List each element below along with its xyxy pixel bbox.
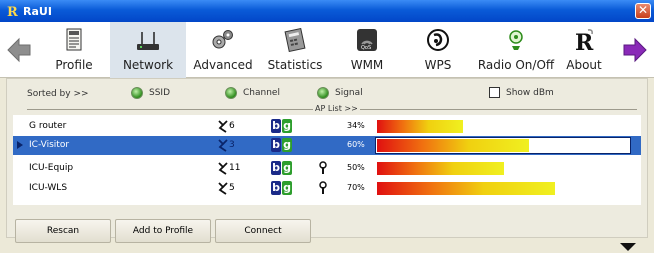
svg-text:R: R (7, 5, 18, 18)
ap-ssid: ICU-Equip (29, 163, 74, 173)
toolbar: Profile Network Advanced Statistics QoS … (0, 22, 654, 78)
button-bar: Rescan Add to Profile Connect (7, 215, 649, 243)
toolbar-item-radio-on-off[interactable]: Radio On/Off (474, 22, 558, 78)
connect-button[interactable]: Connect (215, 219, 311, 243)
channel-icon (218, 162, 228, 175)
about-icon: R (571, 28, 597, 56)
channel-icon (218, 139, 228, 152)
ap-list[interactable]: G router 6 bg 34% IC-Visitor 3 b g 60% I… (13, 115, 641, 205)
signal-bar (377, 182, 555, 195)
scroll-right-arrow-icon[interactable] (622, 36, 648, 64)
toolbar-item-label: WMM (350, 58, 384, 72)
ap-channel: 5 (217, 181, 235, 195)
app-logo-icon: R (6, 4, 20, 20)
scroll-left-arrow-icon[interactable] (6, 36, 32, 64)
expand-arrow-icon[interactable] (620, 243, 636, 251)
show-dbm-checkbox[interactable]: Show dBm (489, 87, 554, 98)
advanced-icon (210, 28, 236, 52)
sort-ssid-radio[interactable]: SSID (131, 87, 170, 99)
toolbar-item-label: Radio On/Off (477, 58, 555, 72)
ap-channel: 11 (217, 161, 240, 175)
toolbar-item-about[interactable]: R About (562, 22, 606, 78)
window-title: RaUI (23, 4, 52, 18)
ap-ssid: IC-Visitor (29, 140, 70, 150)
signal-percent: 50% (347, 163, 365, 172)
bg-mode-badge: bg (271, 119, 292, 133)
signal-percent: 60% (347, 140, 365, 149)
toolbar-item-wps[interactable]: WPS (410, 22, 466, 78)
lock-icon (319, 161, 327, 175)
add-to-profile-button[interactable]: Add to Profile (115, 219, 211, 243)
toolbar-item-wmm[interactable]: QoS WMM (336, 22, 398, 78)
svg-text:R: R (575, 30, 594, 52)
ap-channel: 3 (217, 138, 235, 152)
close-button[interactable]: ✕ (635, 3, 651, 19)
radio-on-icon (225, 87, 237, 99)
bg-mode-badge: bg (271, 161, 292, 175)
toolbar-item-label: Statistics (267, 58, 323, 72)
ap-list-label: AP List >> (313, 104, 360, 113)
profile-icon (61, 28, 87, 52)
sort-signal-radio[interactable]: Signal (317, 87, 363, 99)
wps-icon (425, 28, 451, 52)
bg-mode-badge: bg (271, 181, 292, 195)
channel-icon (218, 182, 228, 195)
toolbar-item-label: Profile (55, 58, 93, 72)
signal-percent: 34% (347, 121, 365, 130)
svg-text:QoS: QoS (361, 45, 371, 51)
toolbar-item-label: Network (122, 58, 174, 72)
channel-icon (218, 120, 228, 133)
wmm-icon: QoS (354, 28, 380, 52)
radio-on-icon (317, 87, 329, 99)
sort-label: Sorted by >> (27, 89, 89, 99)
ap-ssid: ICU-WLS (29, 183, 68, 193)
toolbar-item-statistics[interactable]: Statistics (262, 22, 328, 78)
network-icon (135, 28, 161, 52)
signal-bar (377, 162, 504, 175)
ap-row[interactable]: G router 6 bg 34% (13, 117, 641, 136)
signal-bar (377, 120, 463, 133)
toolbar-item-profile[interactable]: Profile (38, 22, 110, 78)
ap-row[interactable]: ICU-WLS 5 bg 70% (13, 179, 641, 198)
ap-row[interactable]: ICU-Equip 11 bg 50% (13, 159, 641, 178)
ap-channel: 6 (217, 119, 235, 133)
ap-row-selected[interactable]: IC-Visitor 3 bg 60% (13, 136, 641, 155)
ap-ssid: G router (29, 121, 67, 131)
bg-mode-badge: bg (271, 138, 292, 152)
radio-on-icon (131, 87, 143, 99)
rescan-button[interactable]: Rescan (15, 219, 111, 243)
signal-percent: 70% (347, 183, 365, 192)
network-panel: Sorted by >> SSID Channel Signal Show dB… (6, 78, 649, 243)
toolbar-item-network[interactable]: Network (110, 22, 186, 78)
selection-marker-icon (17, 141, 23, 149)
checkbox-icon (489, 87, 500, 98)
title-bar[interactable]: R RaUI ✕ (0, 0, 654, 22)
radio-icon (503, 28, 529, 52)
toolbar-item-advanced[interactable]: Advanced (190, 22, 256, 78)
lock-icon (319, 181, 327, 195)
statistics-icon (282, 27, 308, 53)
toolbar-item-label: About (566, 58, 602, 72)
toolbar-item-label: WPS (424, 58, 452, 72)
toolbar-item-label: Advanced (193, 58, 253, 72)
signal-bar (377, 139, 529, 152)
sort-channel-radio[interactable]: Channel (225, 87, 280, 99)
